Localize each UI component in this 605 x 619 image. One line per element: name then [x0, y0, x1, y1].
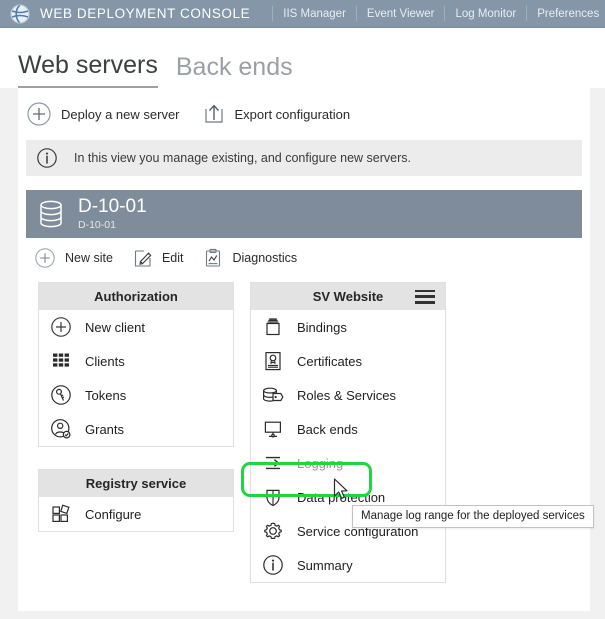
- panel-item-label: Clients: [85, 353, 125, 369]
- panel-item-label: New client: [85, 319, 145, 335]
- panel-item-bindings[interactable]: Bindings: [251, 310, 445, 344]
- panel-item-label: Configure: [85, 506, 142, 522]
- database-stack-icon: [36, 198, 66, 230]
- plus-circle-icon: [26, 101, 52, 127]
- plus-circle-icon: [49, 316, 73, 338]
- panel-item-summary[interactable]: Summary: [251, 548, 445, 582]
- server-card: D-10-01 D-10-01 New site Edit Diagnostic…: [26, 190, 582, 605]
- panel-item-label: Tokens: [85, 387, 127, 403]
- panel-item-configure[interactable]: Configure: [39, 497, 233, 531]
- deploy-new-server-label: Deploy a new server: [61, 106, 180, 122]
- tab-bar: Web servers Back ends: [0, 28, 605, 88]
- panel-item-clients[interactable]: Clients: [39, 344, 233, 378]
- menu-item-log-monitor[interactable]: Log Monitor: [445, 7, 526, 21]
- export-configuration-button[interactable]: Export configuration: [202, 101, 351, 127]
- content-card: Deploy a new server Export configuration: [18, 88, 590, 611]
- server-name: D-10-01: [78, 196, 147, 218]
- title-bar: WEB DEPLOYMENT CONSOLE IIS Manager Event…: [0, 0, 605, 28]
- panel-authorization-title: Authorization: [39, 283, 233, 310]
- panel-title-label: Registry service: [85, 476, 187, 491]
- logging-arrow-icon: [261, 452, 285, 474]
- app-title: WEB DEPLOYMENT CONSOLE: [40, 6, 251, 21]
- export-configuration-label: Export configuration: [234, 106, 351, 122]
- certificate-icon: [261, 350, 285, 372]
- panel-item-label: Summary: [297, 557, 353, 573]
- plus-circle-icon: [34, 247, 56, 269]
- menu-item-iis-manager[interactable]: IIS Manager: [273, 7, 356, 21]
- tab-back-ends[interactable]: Back ends: [176, 52, 293, 88]
- panel-registry-service-title: Registry service: [39, 470, 233, 497]
- shield-icon: [261, 486, 285, 508]
- top-menu: IIS Manager Event Viewer Log Monitor Pre…: [272, 6, 605, 21]
- menu-item-preferences[interactable]: Preferences: [527, 7, 605, 21]
- panel-item-roles-services[interactable]: Roles & Services: [251, 378, 445, 412]
- panel-title-label: SV Website: [312, 289, 384, 304]
- diagnostics-label: Diagnostics: [232, 251, 298, 265]
- panel-item-back-ends[interactable]: Back ends: [251, 412, 445, 446]
- clipboard-chart-icon: [203, 247, 223, 269]
- panel-sv-website: SV Website Bindings Certificates Roles &…: [250, 282, 446, 583]
- tooltip-text: Manage log range for the deployed servic…: [361, 510, 585, 522]
- panel-item-tokens[interactable]: Tokens: [39, 378, 233, 412]
- info-banner-text: In this view you manage existing, and co…: [74, 151, 411, 165]
- panel-authorization: Authorization New client Clients Tokens …: [38, 282, 234, 447]
- panels-grid: Authorization New client Clients Tokens …: [26, 278, 582, 605]
- hamburger-menu-icon[interactable]: [415, 289, 435, 304]
- user-check-circle-icon: [49, 418, 73, 440]
- server-header[interactable]: D-10-01 D-10-01: [26, 190, 582, 238]
- panel-item-label: Certificates: [297, 353, 363, 369]
- panel-item-label: Bindings: [297, 319, 347, 335]
- panel-column-right: SV Website Bindings Certificates Roles &…: [250, 282, 446, 605]
- edit-button[interactable]: Edit: [133, 247, 184, 269]
- info-banner: In this view you manage existing, and co…: [26, 140, 582, 176]
- new-site-label: New site: [65, 251, 113, 265]
- app-globe-icon: [10, 3, 30, 24]
- panel-item-label: Grants: [85, 421, 125, 437]
- panel-item-label: Data protection: [297, 489, 386, 505]
- panel-sv-website-title: SV Website: [251, 283, 445, 310]
- blocks-icon: [49, 503, 73, 525]
- tab-web-servers[interactable]: Web servers: [18, 50, 158, 88]
- deploy-new-server-button[interactable]: Deploy a new server: [26, 101, 180, 127]
- bindings-box-icon: [261, 316, 285, 338]
- diagnostics-button[interactable]: Diagnostics: [203, 247, 297, 269]
- panel-item-logging[interactable]: Logging: [251, 446, 445, 480]
- grid-icon: [49, 350, 73, 372]
- key-circle-icon: [49, 384, 73, 406]
- roles-services-icon: [261, 384, 285, 406]
- main-toolbar: Deploy a new server Export configuration: [18, 88, 590, 140]
- server-sub-toolbar: New site Edit Diagnostics: [26, 238, 582, 278]
- panel-item-label: Logging: [297, 455, 344, 471]
- server-subtitle: D-10-01: [78, 218, 116, 231]
- monitor-icon: [261, 418, 285, 440]
- panel-title-label: Authorization: [94, 289, 178, 304]
- panel-item-new-client[interactable]: New client: [39, 310, 233, 344]
- info-circle-icon: [36, 147, 58, 169]
- tooltip: Manage log range for the deployed servic…: [352, 505, 594, 528]
- gear-icon: [261, 520, 285, 542]
- panel-column-left: Authorization New client Clients Tokens …: [38, 282, 234, 554]
- panel-item-certificates[interactable]: Certificates: [251, 344, 445, 378]
- panel-registry-service: Registry service Configure: [38, 469, 234, 532]
- edit-label: Edit: [161, 251, 184, 265]
- info-circle-icon: [261, 554, 285, 576]
- menu-item-event-viewer[interactable]: Event Viewer: [357, 7, 445, 21]
- page-background: Deploy a new server Export configuration: [0, 88, 605, 619]
- panel-item-label: Roles & Services: [297, 387, 396, 403]
- pencil-edit-icon: [133, 247, 153, 269]
- new-site-button[interactable]: New site: [34, 247, 113, 269]
- panel-item-label: Back ends: [297, 421, 358, 437]
- panel-item-grants[interactable]: Grants: [39, 412, 233, 446]
- upload-icon: [202, 101, 226, 127]
